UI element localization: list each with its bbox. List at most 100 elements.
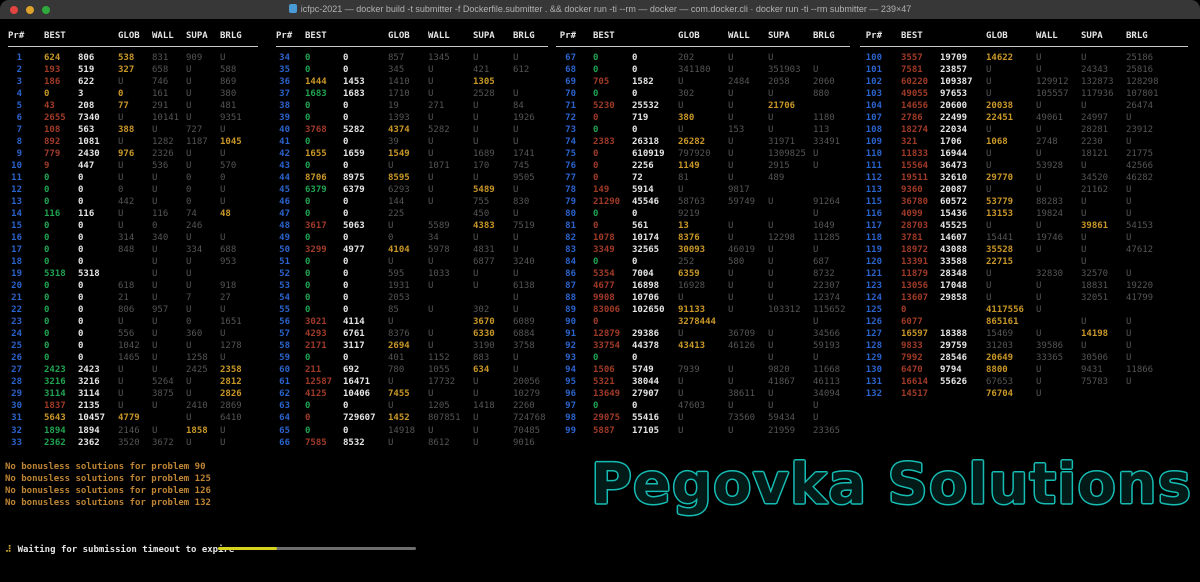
table-row: 44870689758595UU9505 xyxy=(276,172,553,184)
problem-number: 34 xyxy=(276,52,290,64)
score-cell: 2812 xyxy=(220,376,258,388)
score-cell: 20649 xyxy=(986,352,1036,364)
score-cell: U xyxy=(1036,124,1081,136)
score-cell: 41799 xyxy=(1126,292,1176,304)
score-cell: 0 xyxy=(44,232,78,244)
table-row: 3500345U421612 xyxy=(276,64,553,76)
status-text: Waiting for submission timeout to expire xyxy=(18,545,235,555)
score-cell: U xyxy=(813,148,863,160)
score-cell: 0 xyxy=(305,352,343,364)
table-row: 58217131172694U31903758 xyxy=(276,340,553,352)
score-cell: 2230 xyxy=(1081,136,1126,148)
score-cell: U xyxy=(428,88,473,100)
score-cell: 314 xyxy=(118,232,152,244)
score-cell: 880 xyxy=(813,88,863,100)
score-cell: 4779 xyxy=(118,412,152,424)
table-row: 1101183316944UU1812121775 xyxy=(860,148,1188,160)
score-cell: 20600 xyxy=(940,100,986,112)
problem-number: 88 xyxy=(556,292,576,304)
table-row: 7108563388U727U xyxy=(8,124,258,136)
score-cell: 55626 xyxy=(940,376,986,388)
problem-number: 100 xyxy=(860,52,882,64)
problem-number: 31 xyxy=(8,412,22,424)
score-cell: 33588 xyxy=(940,256,986,268)
score-cell: U xyxy=(473,388,513,400)
score-cell: 144 xyxy=(388,196,428,208)
table-row: 1100UU00 xyxy=(8,172,258,184)
problem-number: 101 xyxy=(860,64,882,76)
score-cell: 19709 xyxy=(940,52,986,64)
score-cell: U xyxy=(728,280,768,292)
table-row: 611258716471U17732U20056 xyxy=(276,376,553,388)
score-cell: U xyxy=(152,244,186,256)
score-cell: 16898 xyxy=(632,280,678,292)
table-row: 602116927801055634U xyxy=(276,364,553,376)
score-cell: 0 xyxy=(593,172,632,184)
score-cell: U xyxy=(428,388,473,400)
problem-number: 92 xyxy=(556,340,576,352)
score-cell: 2058 xyxy=(768,76,813,88)
score-cell: 28546 xyxy=(940,352,986,364)
score-cell: 36473 xyxy=(940,160,986,172)
score-cell: 0 xyxy=(44,352,78,364)
score-cell: 21290 xyxy=(593,196,632,208)
score-cell: U xyxy=(118,160,152,172)
score-cell: 0 xyxy=(186,184,220,196)
warning-line: No bonusless solutions for problem 126 xyxy=(5,485,211,497)
problem-number: 13 xyxy=(8,196,22,208)
score-cell: 1187 xyxy=(186,136,220,148)
score-cell: 2060 xyxy=(813,76,863,88)
score-cell: 806 xyxy=(118,304,152,316)
problem-number: 16 xyxy=(8,232,22,244)
score-cell: 3190 xyxy=(473,340,513,352)
score-cell: 5643 xyxy=(44,412,78,424)
score-cell: 7519 xyxy=(513,220,553,232)
problem-number: 25 xyxy=(8,340,22,352)
score-cell: U xyxy=(678,76,728,88)
score-cell: 1055 xyxy=(428,364,473,376)
problem-number: 87 xyxy=(556,280,576,292)
table-row: 4900034UU xyxy=(276,232,553,244)
score-cell: 18831 xyxy=(1081,280,1126,292)
problem-number: 81 xyxy=(556,220,576,232)
column-header: Pr# xyxy=(8,30,22,42)
score-cell: 8800 xyxy=(986,364,1036,376)
score-cell: 25816 xyxy=(1126,64,1176,76)
score-cell: U xyxy=(186,437,220,449)
problem-number: 108 xyxy=(860,124,882,136)
table-row: 650014918UU70485 xyxy=(276,425,553,437)
problem-number: 41 xyxy=(276,136,290,148)
score-cell: 0 xyxy=(44,280,78,292)
score-cell: 73560 xyxy=(728,412,768,424)
table-header: Pr#BESTGLOBWALLSUPABRLG xyxy=(8,30,258,42)
table-row: 99588717105UU2195923365 xyxy=(556,425,863,437)
score-cell: 1033 xyxy=(428,268,473,280)
solutions-table-1: Pr#BESTGLOBWALLSUPABRLG1624806538831909U… xyxy=(8,30,258,449)
score-cell: 595 xyxy=(388,268,428,280)
score-cell: 4383 xyxy=(473,220,513,232)
terminal-content[interactable]: Pr#BESTGLOBWALLSUPABRLG1624806538831909U… xyxy=(0,19,1200,582)
score-cell: 3617 xyxy=(305,220,343,232)
score-cell: 0 xyxy=(343,280,388,292)
window-titlebar[interactable]: icfpc-2021 — docker build -t submitter -… xyxy=(0,0,1200,20)
score-cell: U xyxy=(678,412,728,424)
problem-number: 57 xyxy=(276,328,290,340)
table-row: 6407296071452807851U724768 xyxy=(276,412,553,424)
score-cell: 4677 xyxy=(593,280,632,292)
problem-number: 74 xyxy=(556,136,576,148)
table-row: 332362236235203672UU xyxy=(8,437,258,449)
score-cell: 32565 xyxy=(632,244,678,256)
score-cell: 2256 xyxy=(632,160,678,172)
score-cell: 7455 xyxy=(388,388,428,400)
score-cell: 0 xyxy=(343,64,388,76)
problem-number: 96 xyxy=(556,388,576,400)
problem-number: 4 xyxy=(8,88,22,100)
score-cell: U xyxy=(513,52,553,64)
score-cell: U xyxy=(768,280,813,292)
score-cell: U xyxy=(813,352,863,364)
score-cell: U xyxy=(1126,268,1176,280)
score-cell: U xyxy=(1036,364,1081,376)
score-cell: 0 xyxy=(305,425,343,437)
score-cell: U xyxy=(728,64,768,76)
table-row: 37168316831710U2528U xyxy=(276,88,553,100)
